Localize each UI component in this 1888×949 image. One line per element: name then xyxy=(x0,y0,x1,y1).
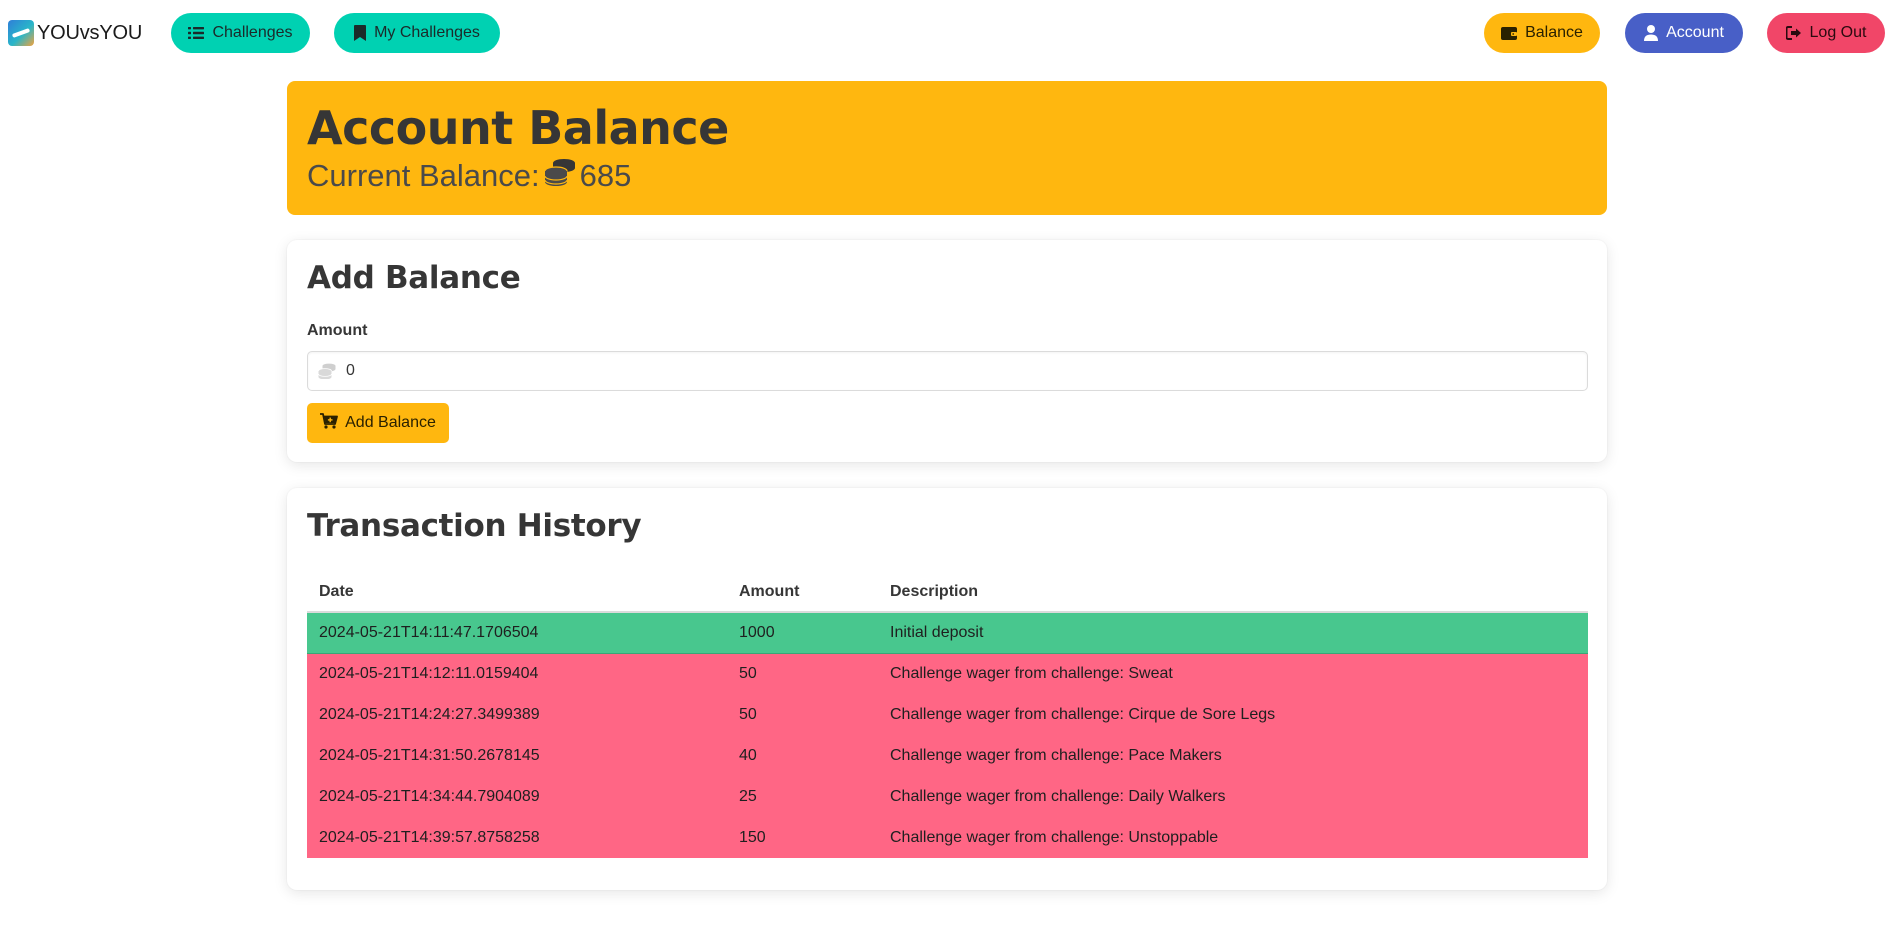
wallet-icon xyxy=(1501,26,1518,40)
row-description: Challenge wager from challenge: Unstoppa… xyxy=(878,817,1588,858)
brand-name: YOUvsYOU xyxy=(37,21,143,44)
logout-button-label: Log Out xyxy=(1809,24,1867,41)
amount-field[interactable] xyxy=(307,351,1588,391)
challenges-button[interactable]: Challenges xyxy=(171,13,310,53)
coins-icon xyxy=(318,363,336,384)
row-description: Challenge wager from challenge: Daily Wa… xyxy=(878,776,1588,817)
row-date: 2024-05-21T14:39:57.8758258 xyxy=(307,817,727,858)
transaction-table-wrap: Date Amount Description 2024-05-21T14:11… xyxy=(307,572,1588,858)
row-amount: 40 xyxy=(727,735,878,776)
amount-input[interactable] xyxy=(346,352,1576,390)
row-amount: 1000 xyxy=(727,612,878,654)
challenges-button-label: Challenges xyxy=(212,24,293,41)
transaction-history-card: Transaction History Date Amount Descript… xyxy=(287,488,1607,890)
my-challenges-button[interactable]: My Challenges xyxy=(334,13,500,53)
logout-button[interactable]: Log Out xyxy=(1767,13,1885,53)
table-row: 2024-05-21T14:39:57.8758258 150 Challeng… xyxy=(307,817,1588,858)
row-amount: 25 xyxy=(727,776,878,817)
current-balance-label: Current Balance: xyxy=(307,158,540,193)
add-balance-title: Add Balance xyxy=(307,260,521,296)
transaction-history-title: Transaction History xyxy=(307,508,642,544)
row-date: 2024-05-21T14:12:11.0159404 xyxy=(307,653,727,694)
column-header-description: Description xyxy=(878,572,1588,613)
add-balance-button[interactable]: Add Balance xyxy=(307,403,449,443)
row-amount: 50 xyxy=(727,694,878,735)
balance-button-label: Balance xyxy=(1525,24,1583,41)
add-balance-card: Add Balance Amount Add Balance xyxy=(287,240,1607,462)
account-button-label: Account xyxy=(1666,24,1724,41)
row-description: Challenge wager from challenge: Sweat xyxy=(878,653,1588,694)
row-amount: 150 xyxy=(727,817,878,858)
page-title: Account Balance xyxy=(307,101,729,155)
row-description: Challenge wager from challenge: Cirque d… xyxy=(878,694,1588,735)
cart-plus-icon xyxy=(320,412,339,434)
table-row: 2024-05-21T14:31:50.2678145 40 Challenge… xyxy=(307,735,1588,776)
column-header-amount: Amount xyxy=(727,572,878,613)
amount-label: Amount xyxy=(307,322,368,339)
list-icon xyxy=(188,26,205,40)
row-description: Challenge wager from challenge: Pace Mak… xyxy=(878,735,1588,776)
table-row: 2024-05-21T14:24:27.3499389 50 Challenge… xyxy=(307,694,1588,735)
table-row: 2024-05-21T14:11:47.1706504 1000 Initial… xyxy=(307,612,1588,654)
row-date: 2024-05-21T14:31:50.2678145 xyxy=(307,735,727,776)
table-row: 2024-05-21T14:12:11.0159404 50 Challenge… xyxy=(307,653,1588,694)
account-button[interactable]: Account xyxy=(1625,13,1743,53)
row-date: 2024-05-21T14:24:27.3499389 xyxy=(307,694,727,735)
coins-icon xyxy=(544,158,576,194)
bookmark-icon xyxy=(354,25,367,41)
balance-button[interactable]: Balance xyxy=(1484,13,1600,53)
table-header-row: Date Amount Description xyxy=(307,572,1588,613)
navbar: YOUvsYOU Challenges My Challenges Balanc… xyxy=(0,0,1888,66)
current-balance-value: 685 xyxy=(579,158,632,193)
user-icon xyxy=(1644,25,1659,41)
balance-hero: Account Balance Current Balance: 685 xyxy=(287,81,1607,215)
current-balance: Current Balance: 685 xyxy=(307,158,631,194)
add-balance-button-label: Add Balance xyxy=(345,414,436,431)
row-date: 2024-05-21T14:11:47.1706504 xyxy=(307,612,727,654)
transaction-table: Date Amount Description 2024-05-21T14:11… xyxy=(307,572,1588,858)
table-row: 2024-05-21T14:34:44.7904089 25 Challenge… xyxy=(307,776,1588,817)
row-description: Initial deposit xyxy=(878,612,1588,654)
row-amount: 50 xyxy=(727,653,878,694)
row-date: 2024-05-21T14:34:44.7904089 xyxy=(307,776,727,817)
brand-link[interactable]: YOUvsYOU xyxy=(8,20,142,46)
column-header-date: Date xyxy=(307,572,727,613)
my-challenges-button-label: My Challenges xyxy=(374,24,480,41)
brand-logo-icon xyxy=(8,20,34,46)
sign-out-icon xyxy=(1785,26,1802,40)
